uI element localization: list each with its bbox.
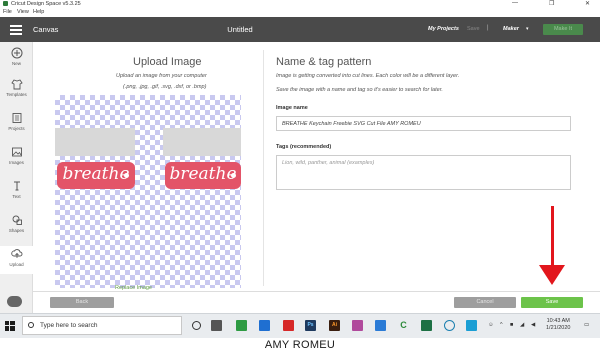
taskbar-app-icon[interactable] <box>444 320 455 331</box>
sidebar-item-label: Shapes <box>8 228 25 233</box>
sidebar-item-label: Text <box>12 194 21 199</box>
watermark-text: AMY ROMEU <box>264 339 336 350</box>
shapes-icon <box>12 215 22 225</box>
sidebar-item-label: New <box>11 61 21 66</box>
sidebar-item-upload[interactable]: Upload <box>0 246 33 274</box>
notifications-icon[interactable]: ▭ <box>584 322 589 328</box>
windows-taskbar: Type here to search Ps Ai C ☺ ^ ■ ◢ ◀ 10… <box>0 313 600 338</box>
header-separator: | <box>487 25 489 31</box>
breathe-keychain-left: breathe <box>57 162 135 189</box>
photoshop-icon[interactable]: Ps <box>305 320 316 331</box>
menu-view[interactable]: View <box>17 9 29 15</box>
cricut-app-icon <box>3 1 8 6</box>
tags-input[interactable]: Lion, wild, panther, animal (examples) <box>276 155 571 190</box>
taskbar-clock[interactable]: 10:43 AM 1/21/2020 <box>546 318 570 332</box>
sidebar-item-shapes[interactable]: Shapes <box>0 214 33 240</box>
search-placeholder: Type here to search <box>40 322 98 329</box>
back-button[interactable]: Back <box>50 297 114 308</box>
taskbar-app-icon[interactable] <box>352 320 363 331</box>
taskbar-search-input[interactable]: Type here to search <box>22 316 182 335</box>
taskbar-app-icon[interactable] <box>283 320 294 331</box>
illustrator-icon[interactable]: Ai <box>329 320 340 331</box>
shirt-icon <box>10 79 23 90</box>
tray-chevron-up-icon[interactable]: ^ <box>500 322 503 328</box>
panel-divider <box>263 50 264 286</box>
upload-file-types: (.png, .jpg, .gif, .svg, .dxf, or .bmp) <box>123 84 207 90</box>
make-it-button[interactable]: Make It <box>543 24 583 35</box>
upload-icon <box>10 249 22 258</box>
image-name-input[interactable]: BREATHE Keychain Freebie SVG Cut File AM… <box>276 116 571 131</box>
wifi-icon[interactable]: ◢ <box>520 322 524 328</box>
taskbar-app-icon[interactable] <box>466 320 477 331</box>
excel-icon[interactable] <box>421 320 432 331</box>
app-header: Canvas Untitled My Projects Save | Maker… <box>0 17 600 42</box>
keychain-hole <box>231 173 236 178</box>
sidebar-item-label: Images <box>9 160 24 165</box>
cricut-taskbar-icon[interactable]: C <box>398 320 409 331</box>
preview-gray-band-left <box>55 128 135 156</box>
sidebar-item-new[interactable]: New <box>0 47 33 73</box>
chevron-down-icon[interactable]: ▾ <box>526 26 529 32</box>
clock-date: 1/21/2020 <box>546 325 571 331</box>
upload-main-panel: Upload Image Upload an image from your c… <box>33 42 600 313</box>
document-title: Untitled <box>227 25 253 34</box>
cancel-button[interactable]: Cancel <box>454 297 516 308</box>
keychain-hole <box>124 173 129 178</box>
sidebar-item-text[interactable]: Text <box>0 180 33 206</box>
search-icon <box>28 322 34 328</box>
tray-app-icon[interactable]: ■ <box>510 322 513 328</box>
preview-word: breathe <box>169 164 237 184</box>
task-view-icon[interactable] <box>211 320 222 331</box>
clock-time: 10:43 AM <box>546 318 570 324</box>
preview-gray-band-right <box>163 128 241 156</box>
tray-people-icon[interactable]: ☺ <box>488 322 494 328</box>
sidebar-item-images[interactable]: Images <box>0 146 33 172</box>
projects-icon <box>12 113 21 123</box>
sidebar-item-projects[interactable]: Projects <box>0 112 33 138</box>
chrome-icon[interactable] <box>236 320 247 331</box>
menu-bar: File View Help <box>0 8 600 16</box>
menu-help[interactable]: Help <box>33 9 44 15</box>
conversion-info-text: Image is getting converted into cut line… <box>276 73 460 79</box>
sidebar-item-label: Upload <box>9 262 24 267</box>
cortana-icon[interactable] <box>192 321 201 330</box>
my-projects-link[interactable]: My Projects <box>428 26 459 32</box>
close-icon[interactable]: ✕ <box>585 0 590 7</box>
upload-image-title: Upload Image <box>133 56 202 68</box>
sidebar-item-templates[interactable]: Templates <box>0 78 33 104</box>
app-title: Cricut Design Space v5.3.25 <box>11 1 81 7</box>
image-preview: breathe breathe <box>55 95 241 288</box>
volume-icon[interactable]: ◀ <box>531 322 535 328</box>
menu-file[interactable]: File <box>3 9 12 15</box>
edge-icon[interactable] <box>259 320 270 331</box>
annotation-arrow-head <box>539 265 565 285</box>
windows-start-icon[interactable] <box>5 321 15 331</box>
name-tag-title: Name & tag pattern <box>276 56 372 68</box>
maximize-icon[interactable]: ❐ <box>549 0 554 7</box>
machine-select[interactable]: Maker <box>503 26 519 32</box>
footer-bar: Back Cancel Save <box>33 291 600 313</box>
save-button[interactable]: Save <box>521 297 583 308</box>
save-hint-text: Save the image with a name and tag so it… <box>276 87 443 93</box>
annotation-arrow-line <box>551 206 554 268</box>
image-name-label: Image name <box>276 105 308 111</box>
breathe-keychain-right: breathe <box>165 162 241 189</box>
window-titlebar: Cricut Design Space v5.3.25 — ❐ ✕ <box>0 0 600 8</box>
sidebar-item-label: Projects <box>8 126 25 131</box>
tags-label: Tags (recommended) <box>276 144 332 150</box>
dropbox-icon[interactable] <box>375 320 386 331</box>
image-icon <box>11 147 22 157</box>
header-save-link[interactable]: Save <box>467 26 480 32</box>
left-sidebar: New Templates Projects Images Text Shape… <box>0 42 33 313</box>
text-icon <box>13 181 20 191</box>
upload-subtitle: Upload an image from your computer <box>116 73 207 79</box>
chat-icon[interactable] <box>7 296 22 307</box>
sidebar-item-label: Templates <box>6 92 27 97</box>
minimize-icon[interactable]: — <box>512 0 518 6</box>
plus-icon <box>11 47 22 59</box>
